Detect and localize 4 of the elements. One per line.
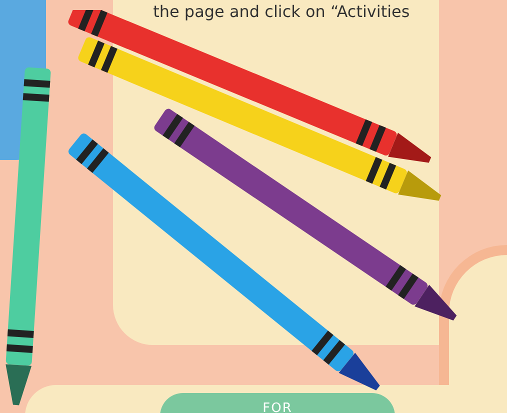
crayon-icon xyxy=(152,107,457,320)
crayon-icon xyxy=(6,67,51,406)
intro-text: the page and click on “Activities xyxy=(153,2,411,22)
audience-badge: FOR xyxy=(160,393,395,413)
